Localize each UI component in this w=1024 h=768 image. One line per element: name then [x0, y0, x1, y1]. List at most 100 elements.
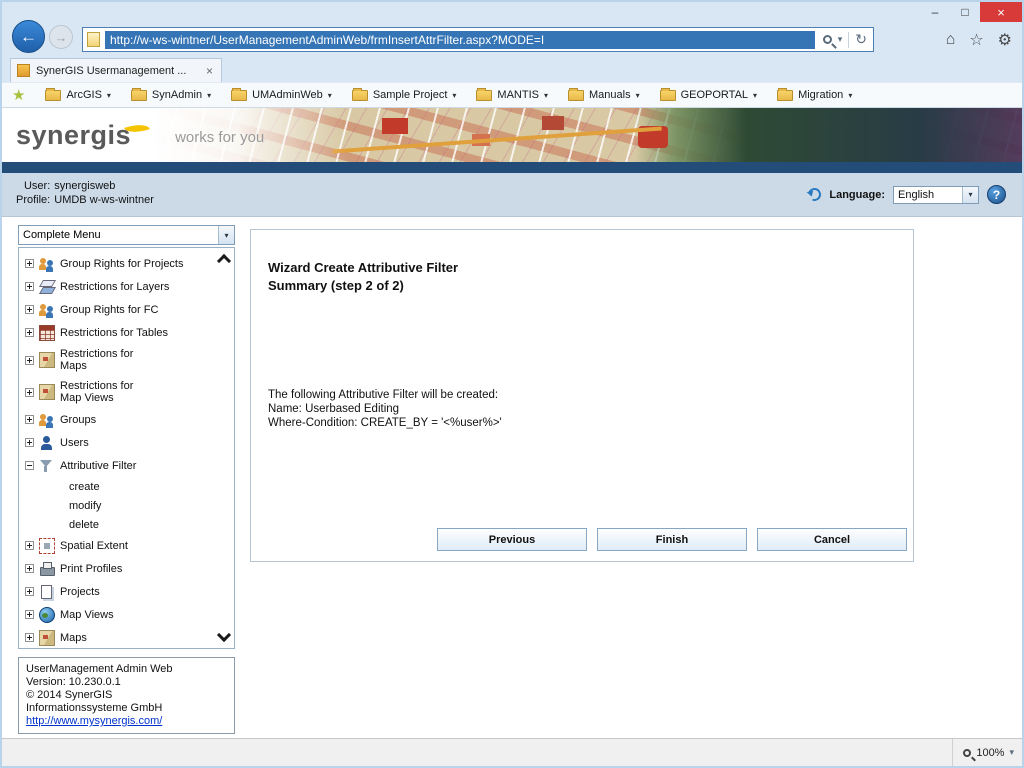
expand-icon[interactable]	[25, 259, 34, 268]
favorite-item-geoportal[interactable]: GEOPORTAL▾	[660, 89, 757, 101]
spatial-extent-icon	[39, 538, 55, 554]
tree-item-label[interactable]: Group Rights for FC	[60, 304, 158, 316]
tree-item-label[interactable]: Projects	[60, 586, 100, 598]
cancel-button[interactable]: Cancel	[757, 528, 907, 551]
expand-icon[interactable]	[25, 388, 34, 397]
wizard-summary: The following Attributive Filter will be…	[268, 388, 913, 430]
favorite-item-umadminweb[interactable]: UMAdminWeb▾	[231, 89, 332, 101]
wizard-panel: Wizard Create Attributive Filter Summary…	[250, 229, 914, 562]
footer-app-name: UserManagement Admin Web	[26, 663, 227, 676]
tree-item-print-profiles[interactable]: Print Profiles	[19, 557, 234, 580]
tree-item-label[interactable]: Restrictions for Map Views	[60, 380, 152, 404]
tree-item-label[interactable]: Map Views	[60, 609, 114, 621]
folder-icon	[231, 90, 247, 101]
previous-button[interactable]: Previous	[437, 528, 587, 551]
expand-icon[interactable]	[25, 564, 34, 573]
tree-item-spatial-extent[interactable]: Spatial Extent	[19, 534, 234, 557]
chevron-down-icon: ▾	[207, 91, 211, 100]
expand-icon[interactable]	[25, 415, 34, 424]
tree-item-group-rights-for-projects[interactable]: Group Rights for Projects	[19, 252, 234, 275]
tree-item-label[interactable]: Restrictions for Maps	[60, 348, 152, 372]
finish-button[interactable]: Finish	[597, 528, 747, 551]
favorites-bar: ★ ArcGIS▾ SynAdmin▾ UMAdminWeb▾ Sample P…	[2, 82, 1022, 108]
add-favorite-star-icon[interactable]: ★	[12, 86, 25, 104]
forward-button[interactable]: →	[49, 25, 73, 49]
chevron-down-icon: ▾	[544, 91, 548, 100]
tree-item-restrictions-for-maps[interactable]: Restrictions for Maps	[19, 344, 234, 376]
expand-icon[interactable]	[25, 587, 34, 596]
tree-item-label[interactable]: Print Profiles	[60, 563, 122, 575]
expand-icon[interactable]	[25, 356, 34, 365]
favorite-item-synadmin[interactable]: SynAdmin▾	[131, 89, 211, 101]
tree-item-map-views[interactable]: Map Views	[19, 603, 234, 626]
tree-item-restrictions-for-tables[interactable]: Restrictions for Tables	[19, 321, 234, 344]
favorite-item-migration[interactable]: Migration▾	[777, 89, 852, 101]
tree-item-label[interactable]: Attributive Filter	[60, 460, 136, 472]
language-select[interactable]: English ▾	[893, 186, 979, 204]
tree-item-label[interactable]: Maps	[60, 632, 87, 644]
footer-link[interactable]: http://www.mysynergis.com/	[26, 715, 227, 728]
tree-item-label[interactable]: Users	[60, 437, 89, 449]
tree-item-label[interactable]: create	[69, 481, 100, 493]
collapse-icon[interactable]	[25, 461, 34, 470]
expand-icon[interactable]	[25, 610, 34, 619]
tree-item-label[interactable]: Spatial Extent	[60, 540, 128, 552]
help-button[interactable]: ?	[987, 185, 1006, 204]
tree-item-groups[interactable]: Groups	[19, 408, 234, 431]
tree-item-create[interactable]: create	[19, 477, 234, 496]
tree-item-label[interactable]: Group Rights for Projects	[60, 258, 184, 270]
tree-item-group-rights-for-fc[interactable]: Group Rights for FC	[19, 298, 234, 321]
tree-item-maps[interactable]: Maps	[19, 626, 234, 649]
layers-icon	[39, 279, 55, 295]
expand-icon[interactable]	[25, 438, 34, 447]
tree-item-delete[interactable]: delete	[19, 515, 234, 534]
folder-icon	[352, 90, 368, 101]
browser-window: ← → http://w-ws-wintner/UserManagementAd…	[0, 0, 1024, 768]
settings-gear-icon[interactable]: ⚙	[998, 30, 1012, 50]
tree-item-users[interactable]: Users	[19, 431, 234, 454]
tree-item-restrictions-for-map-views[interactable]: Restrictions for Map Views	[19, 376, 234, 408]
browser-tab[interactable]: SynerGIS Usermanagement ... ×	[10, 58, 222, 82]
tree-item-label[interactable]: delete	[69, 519, 99, 531]
favorite-item-arcgis[interactable]: ArcGIS▾	[45, 89, 110, 101]
tree-item-restrictions-for-layers[interactable]: Restrictions for Layers	[19, 275, 234, 298]
maximize-button[interactable]: □	[950, 2, 980, 22]
tree-item-projects[interactable]: Projects	[19, 580, 234, 603]
back-button[interactable]: ←	[12, 20, 45, 53]
refresh-sync-icon[interactable]	[806, 186, 823, 203]
summary-where-line: Where-Condition: CREATE_BY = '<%user%>'	[268, 416, 913, 430]
tree-item-attributive-filter[interactable]: Attributive Filter	[19, 454, 234, 477]
address-bar[interactable]: http://w-ws-wintner/UserManagementAdminW…	[82, 27, 874, 52]
page-body: Complete Menu ▾ Group Rights for Project…	[2, 217, 1022, 738]
chevron-down-icon[interactable]: ▾	[838, 34, 843, 45]
tree-item-label[interactable]: Groups	[60, 414, 96, 426]
expand-icon[interactable]	[25, 305, 34, 314]
home-icon[interactable]: ⌂	[946, 31, 956, 49]
expand-icon[interactable]	[25, 633, 34, 642]
favorite-item-mantis[interactable]: MANTIS▾	[476, 89, 548, 101]
tree-item-label[interactable]: Restrictions for Tables	[60, 327, 168, 339]
zoom-control[interactable]: 100% ▾	[952, 739, 1014, 766]
expand-icon[interactable]	[25, 282, 34, 291]
close-button[interactable]: ×	[980, 2, 1022, 22]
address-bar-icons: ▾ ↻	[815, 31, 869, 48]
zoom-level: 100%	[976, 747, 1004, 759]
tab-close-icon[interactable]: ×	[204, 64, 215, 78]
tree-item-label[interactable]: modify	[69, 500, 101, 512]
menu-select[interactable]: Complete Menu ▾	[18, 225, 235, 245]
expand-icon[interactable]	[25, 328, 34, 337]
chevron-down-icon: ▾	[753, 91, 757, 100]
url-text[interactable]: http://w-ws-wintner/UserManagementAdminW…	[105, 31, 815, 49]
favorite-item-manuals[interactable]: Manuals▾	[568, 89, 640, 101]
refresh-icon[interactable]: ↻	[855, 31, 867, 48]
favorites-icon[interactable]: ☆	[969, 30, 983, 50]
minimize-button[interactable]: –	[920, 2, 950, 22]
favorite-item-sample-project[interactable]: Sample Project▾	[352, 89, 457, 101]
tree-item-modify[interactable]: modify	[19, 496, 234, 515]
sidebar-footer: UserManagement Admin Web Version: 10.230…	[18, 657, 235, 734]
tree-item-label[interactable]: Restrictions for Layers	[60, 281, 169, 293]
tab-title[interactable]: SynerGIS Usermanagement ...	[36, 65, 198, 77]
expand-icon[interactable]	[25, 541, 34, 550]
folder-icon	[568, 90, 584, 101]
search-icon[interactable]	[823, 35, 832, 44]
